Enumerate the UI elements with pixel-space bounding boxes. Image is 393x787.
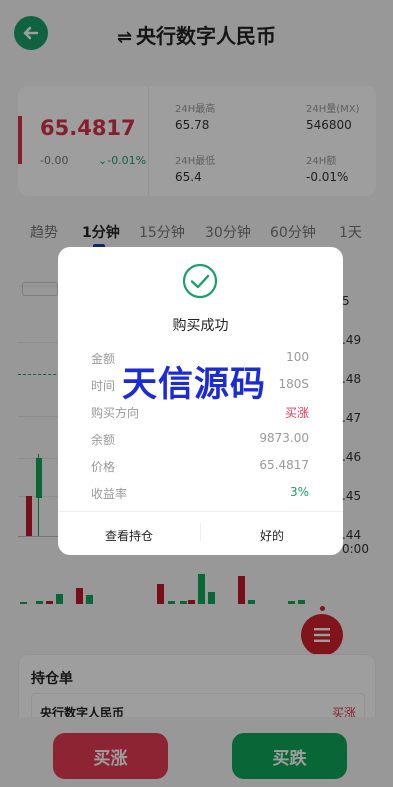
- watermark: 天信源码: [122, 365, 267, 405]
- direction-value: 买涨: [284, 406, 309, 420]
- view-positions-button[interactable]: 查看持仓: [105, 527, 153, 544]
- time-value: 180S: [278, 377, 309, 391]
- amount-value: 100: [286, 350, 309, 364]
- balance-value: 9873.00: [259, 431, 309, 445]
- price-label: 价格: [91, 460, 116, 474]
- dialog-title: 购买成功: [172, 318, 229, 334]
- divider: [58, 511, 343, 512]
- check-circle-icon: [182, 263, 218, 299]
- balance-label: 余额: [91, 433, 116, 447]
- amount-label: 金额: [91, 352, 116, 366]
- yield-label: 收益率: [91, 487, 128, 501]
- divider: [200, 523, 201, 541]
- ok-button[interactable]: 好的: [260, 527, 284, 544]
- price-value: 65.4817: [259, 458, 309, 472]
- yield-value: 3%: [289, 485, 309, 499]
- time-label: 时间: [91, 379, 116, 393]
